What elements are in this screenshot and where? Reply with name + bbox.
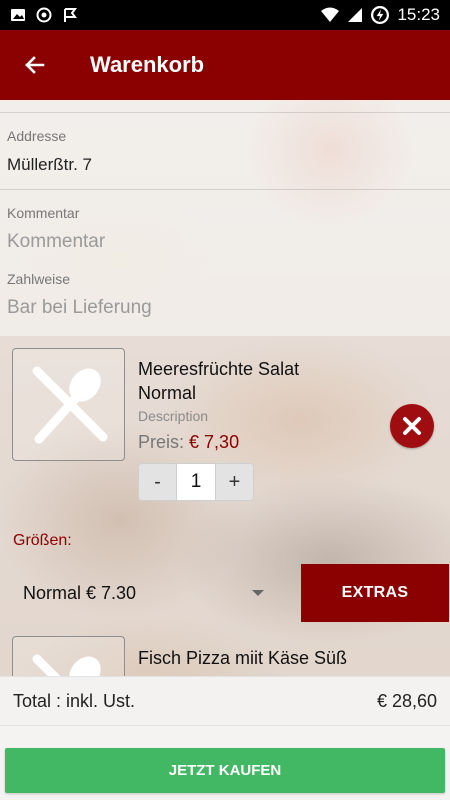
product-description: Description bbox=[138, 408, 209, 424]
page-title: Warenkorb bbox=[90, 52, 205, 77]
product-image bbox=[12, 348, 125, 461]
wifi-icon bbox=[321, 7, 340, 22]
comment-label: Kommentar bbox=[7, 205, 80, 221]
payment-label: Zahlweise bbox=[7, 271, 71, 287]
arrow-left-icon bbox=[25, 56, 45, 74]
quantity-stepper: - 1 + bbox=[138, 463, 254, 501]
checkout-button[interactable]: JETZT KAUFEN bbox=[5, 748, 445, 793]
product-name: Fisch Pizza miit Käse Süß bbox=[138, 648, 348, 668]
check-flag-icon bbox=[64, 8, 77, 22]
quantity-value[interactable]: 1 bbox=[176, 464, 216, 500]
total-label: Total : inkl. Ust. bbox=[13, 690, 136, 711]
signal-icon bbox=[348, 8, 363, 22]
product-name: Meeresfrüchte Salat bbox=[138, 359, 300, 379]
price-row: Preis: € 7,30 bbox=[138, 432, 239, 453]
address-field[interactable]: Müllerßtr. 7 bbox=[7, 155, 92, 175]
battery-charging-icon bbox=[371, 6, 390, 24]
payment-field[interactable]: Bar bei Lieferung bbox=[7, 297, 152, 319]
increase-quantity-button[interactable]: + bbox=[216, 464, 253, 500]
total-bar: Total : inkl. Ust. € 28,60 bbox=[0, 676, 450, 726]
price-label: Preis: bbox=[138, 432, 185, 452]
divider bbox=[0, 112, 450, 113]
fork-spoon-icon bbox=[32, 366, 107, 443]
product-variant: Normal bbox=[138, 383, 197, 403]
extras-button[interactable]: EXTRAS bbox=[301, 564, 449, 622]
remove-item-button[interactable] bbox=[390, 404, 434, 448]
status-time: 15:23 bbox=[397, 5, 440, 24]
size-dropdown-value: Normal € 7.30 bbox=[23, 582, 137, 603]
divider bbox=[0, 189, 450, 190]
decrease-quantity-button[interactable]: - bbox=[139, 464, 176, 500]
total-amount: € 28,60 bbox=[376, 690, 437, 711]
address-label: Addresse bbox=[7, 128, 67, 144]
image-icon bbox=[11, 9, 25, 21]
sizes-label: Größen: bbox=[13, 532, 72, 549]
size-dropdown[interactable]: Normal € 7.30 bbox=[12, 570, 274, 616]
app-bar: Warenkorb bbox=[0, 30, 450, 100]
back-button[interactable] bbox=[0, 30, 70, 100]
chevron-down-icon bbox=[252, 590, 264, 596]
comment-field[interactable]: Kommentar bbox=[7, 231, 105, 253]
price-value: € 7,30 bbox=[189, 432, 240, 452]
close-icon bbox=[403, 417, 421, 435]
status-bar: 15:23 bbox=[0, 0, 450, 30]
record-icon bbox=[36, 7, 52, 23]
